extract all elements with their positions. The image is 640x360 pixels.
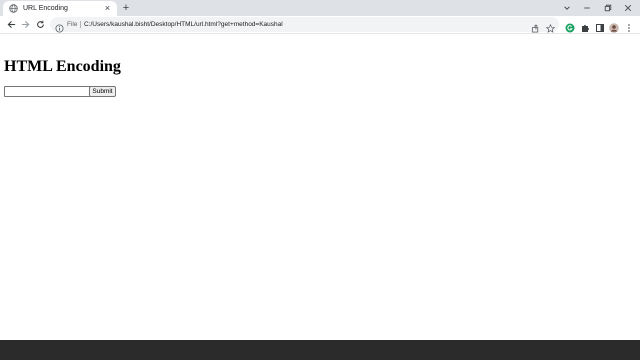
browser-tab[interactable]: URL Encoding × — [3, 1, 117, 16]
submit-button[interactable]: Submit — [89, 86, 116, 97]
url-text[interactable]: C:/Users/kaushal.bisht/Desktop/HTML/url.… — [84, 19, 283, 30]
close-tab-icon[interactable]: × — [102, 3, 113, 14]
close-window-icon[interactable] — [621, 1, 635, 14]
profile-avatar[interactable] — [609, 20, 619, 33]
minimize-icon[interactable] — [580, 1, 594, 14]
address-bar[interactable]: File C:/Users/kaushal.bisht/Desktop/HTML… — [50, 17, 559, 33]
globe-icon — [9, 4, 18, 13]
tab-title: URL Encoding — [23, 5, 68, 12]
share-icon[interactable] — [531, 20, 540, 33]
bookmark-star-icon[interactable] — [545, 20, 556, 33]
reload-icon[interactable] — [34, 18, 47, 31]
taskbar — [0, 340, 640, 360]
back-arrow-icon[interactable] — [5, 18, 18, 31]
scheme-label: File — [67, 21, 78, 28]
restore-icon[interactable] — [601, 1, 615, 14]
forward-arrow-icon[interactable] — [19, 18, 32, 31]
side-panel-icon[interactable] — [595, 20, 605, 32]
grammarly-extension-icon[interactable] — [565, 20, 575, 33]
menu-kebab-icon[interactable] — [624, 20, 634, 32]
site-info-icon[interactable] — [55, 20, 64, 33]
extensions-puzzle-icon[interactable] — [580, 20, 590, 32]
tab-search-icon[interactable] — [560, 1, 574, 14]
new-tab-button[interactable]: + — [120, 2, 132, 14]
tab-strip: URL Encoding × + — [0, 0, 640, 16]
browser-toolbar: File C:/Users/kaushal.bisht/Desktop/HTML… — [0, 16, 640, 34]
name-input[interactable] — [4, 86, 93, 97]
page-heading: HTML Encoding — [4, 58, 121, 75]
address-divider — [80, 21, 81, 28]
